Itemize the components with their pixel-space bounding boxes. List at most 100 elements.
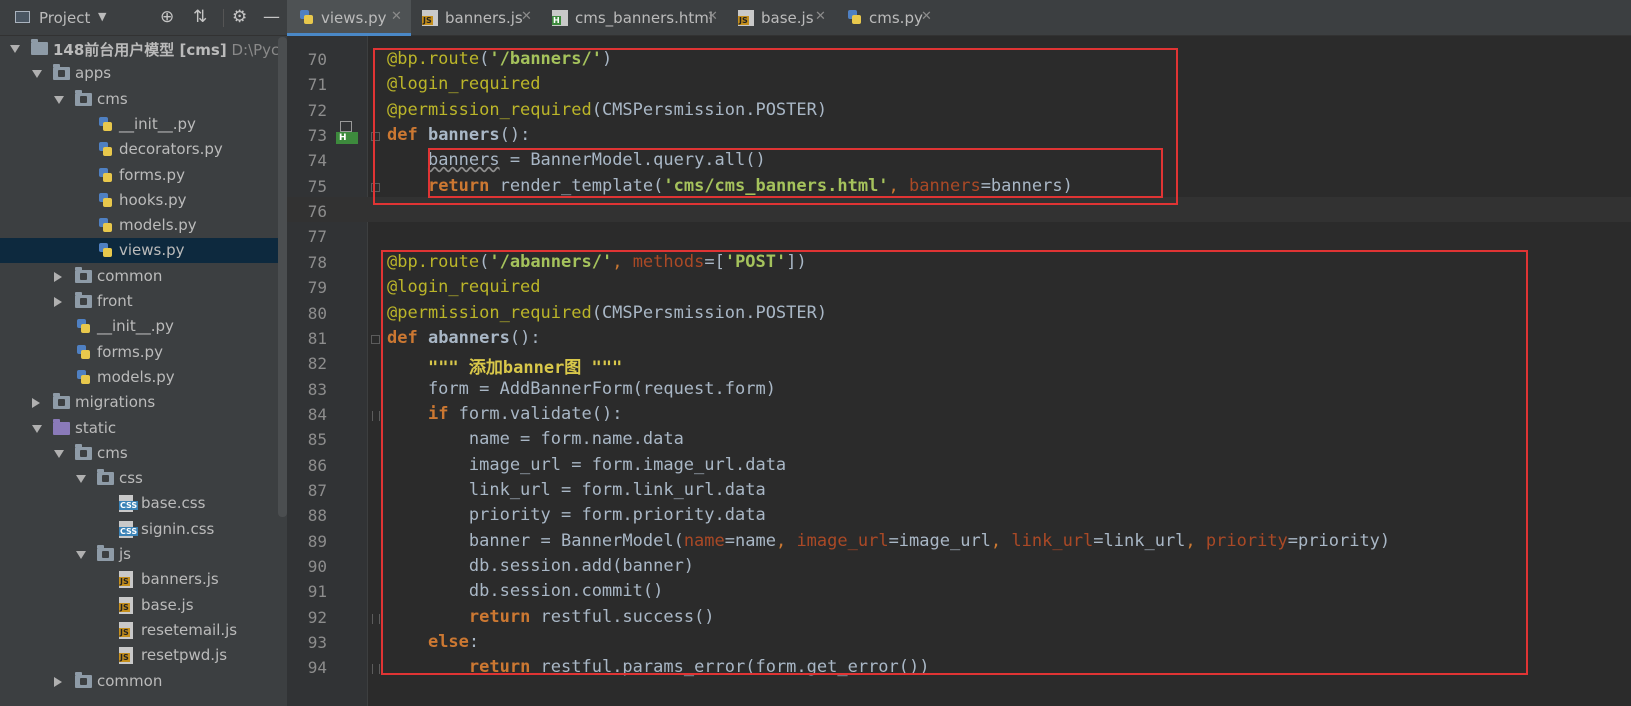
tree-item[interactable]: css — [0, 466, 287, 491]
close-icon[interactable]: ✕ — [815, 9, 826, 24]
expand-arrow-down-icon[interactable] — [76, 551, 86, 559]
sidebar-scrollbar[interactable] — [278, 37, 287, 517]
js-file-icon: JS — [119, 647, 133, 665]
project-view-selector[interactable]: Project — [39, 9, 90, 27]
project-window-icon — [15, 11, 30, 23]
expand-arrow-down-icon[interactable] — [32, 70, 42, 79]
tree-item[interactable]: cms — [0, 87, 287, 112]
line-number: 94 — [307, 658, 327, 678]
close-icon[interactable]: ✕ — [707, 9, 718, 24]
expand-arrow-down-icon[interactable] — [54, 449, 64, 458]
tree-item[interactable]: decorators.py — [0, 137, 287, 162]
js-file-icon: JS — [738, 10, 754, 26]
tree-item[interactable]: __init__.py — [0, 112, 287, 137]
expand-arrow-right-icon[interactable] — [54, 676, 62, 687]
tree-item[interactable]: apps — [0, 61, 287, 86]
line-number: 93 — [307, 633, 327, 653]
tree-item[interactable]: cms — [0, 441, 287, 466]
tree-item-label: models.py — [119, 216, 197, 235]
tree-item-label: common — [97, 671, 163, 690]
tree-item[interactable]: static — [0, 416, 287, 441]
line-number: 80 — [307, 303, 327, 323]
code-fold-icon[interactable] — [372, 664, 380, 675]
expand-arrow-right-icon[interactable] — [54, 297, 62, 307]
tree-item[interactable]: hooks.py — [0, 188, 287, 213]
line-number: 84 — [307, 404, 327, 424]
tree-item[interactable]: JS resetpwd.js — [0, 643, 287, 668]
tree-item-label: js — [119, 545, 131, 563]
close-icon[interactable]: ✕ — [921, 9, 932, 24]
tree-item[interactable]: migrations — [0, 390, 287, 415]
folder-icon — [53, 64, 70, 81]
chevron-down-icon[interactable]: ▼ — [98, 10, 106, 23]
close-icon[interactable]: ✕ — [391, 9, 402, 24]
code-fold-icon[interactable] — [372, 410, 380, 421]
tree-item[interactable]: forms.py — [0, 340, 287, 365]
code-fold-icon[interactable] — [371, 334, 380, 344]
editor-tab[interactable]: Hcms_banners.html ✕ — [541, 0, 727, 35]
folder-icon — [97, 545, 114, 561]
tree-item-label: common — [97, 266, 163, 285]
tree-item[interactable]: common — [0, 264, 287, 289]
tree-item[interactable]: JS resetemail.js — [0, 618, 287, 643]
editor-tab[interactable]: JS base.js ✕ — [727, 0, 835, 35]
expand-arrow-right-icon[interactable] — [54, 271, 62, 282]
tree-item-label: __init__.py — [97, 317, 174, 336]
tree-item[interactable]: 148前台用户模型 [cms] D:\Pycharm — [0, 36, 287, 61]
tree-item-label: migrations — [75, 393, 156, 412]
expand-arrow-down-icon[interactable] — [10, 45, 20, 53]
editor-tab[interactable]: JS banners.js ✕ — [411, 0, 541, 35]
line-number: 85 — [307, 430, 327, 450]
python-file-icon — [97, 116, 113, 132]
editor-tab[interactable]: cms.py ✕ — [835, 0, 941, 35]
tree-item[interactable]: CSS signin.css — [0, 517, 287, 542]
expand-arrow-right-icon[interactable] — [32, 398, 40, 409]
gear-icon[interactable]: ⚙ — [232, 7, 247, 27]
close-icon[interactable]: ✕ — [521, 9, 532, 24]
folder-icon — [75, 292, 92, 308]
expand-arrow-down-icon[interactable] — [54, 95, 64, 104]
tree-item[interactable]: JS banners.js — [0, 567, 287, 592]
line-number: 76 — [307, 202, 327, 222]
line-number: 83 — [307, 379, 327, 399]
tree-item-label: decorators.py — [119, 140, 223, 159]
editor-tab[interactable]: views.py ✕ — [287, 0, 411, 36]
python-file-icon — [75, 344, 91, 360]
python-file-icon — [97, 167, 113, 183]
expand-arrow-down-icon[interactable] — [76, 475, 86, 484]
tree-item[interactable]: js — [0, 542, 287, 567]
python-file-icon — [298, 9, 314, 25]
tree-item[interactable]: CSS base.css — [0, 491, 287, 516]
project-panel-header: Project ▼ ⊕ ⇅ ⚙ — — [0, 0, 287, 36]
tree-item[interactable]: models.py — [0, 213, 287, 238]
html-template-gutter-icon[interactable]: H — [336, 121, 358, 144]
tree-item[interactable]: forms.py — [0, 163, 287, 188]
editor-tab-label: base.js — [761, 9, 814, 27]
locate-target-icon[interactable]: ⊕ — [160, 7, 174, 27]
gutter-divider — [367, 36, 368, 706]
folder-icon — [97, 469, 114, 486]
editor-tab-bar: views.py ✕ JS banners.js ✕ Hcms_banners.html ✕… — [287, 0, 1631, 36]
tree-item-label: 148前台用户模型 [cms] D:\Pycharm — [53, 39, 287, 60]
tree-item[interactable]: __init__.py — [0, 314, 287, 339]
tree-item-label: base.css — [141, 494, 206, 513]
expand-arrow-down-icon[interactable] — [32, 424, 42, 433]
line-number: 90 — [307, 557, 327, 576]
python-file-icon — [97, 217, 113, 233]
tree-item-label: models.py — [97, 367, 175, 386]
tree-item[interactable]: models.py — [0, 365, 287, 390]
tree-item[interactable]: JS base.js — [0, 593, 287, 618]
tree-item[interactable]: common — [0, 669, 287, 694]
tree-item[interactable]: views.py — [0, 238, 287, 264]
tree-item[interactable]: front — [0, 289, 287, 314]
tree-item-label: __init__.py — [119, 114, 196, 133]
line-number: 89 — [307, 531, 327, 551]
line-number: 73 — [307, 126, 327, 146]
tree-item-label: static — [75, 418, 117, 437]
code-fold-icon[interactable] — [372, 613, 380, 624]
minimize-icon[interactable]: — — [263, 7, 280, 27]
collapse-all-icon[interactable]: ⇅ — [193, 7, 207, 27]
line-number: 78 — [307, 252, 327, 272]
tree-item-label: cms — [97, 89, 128, 108]
line-number: 92 — [307, 607, 327, 627]
